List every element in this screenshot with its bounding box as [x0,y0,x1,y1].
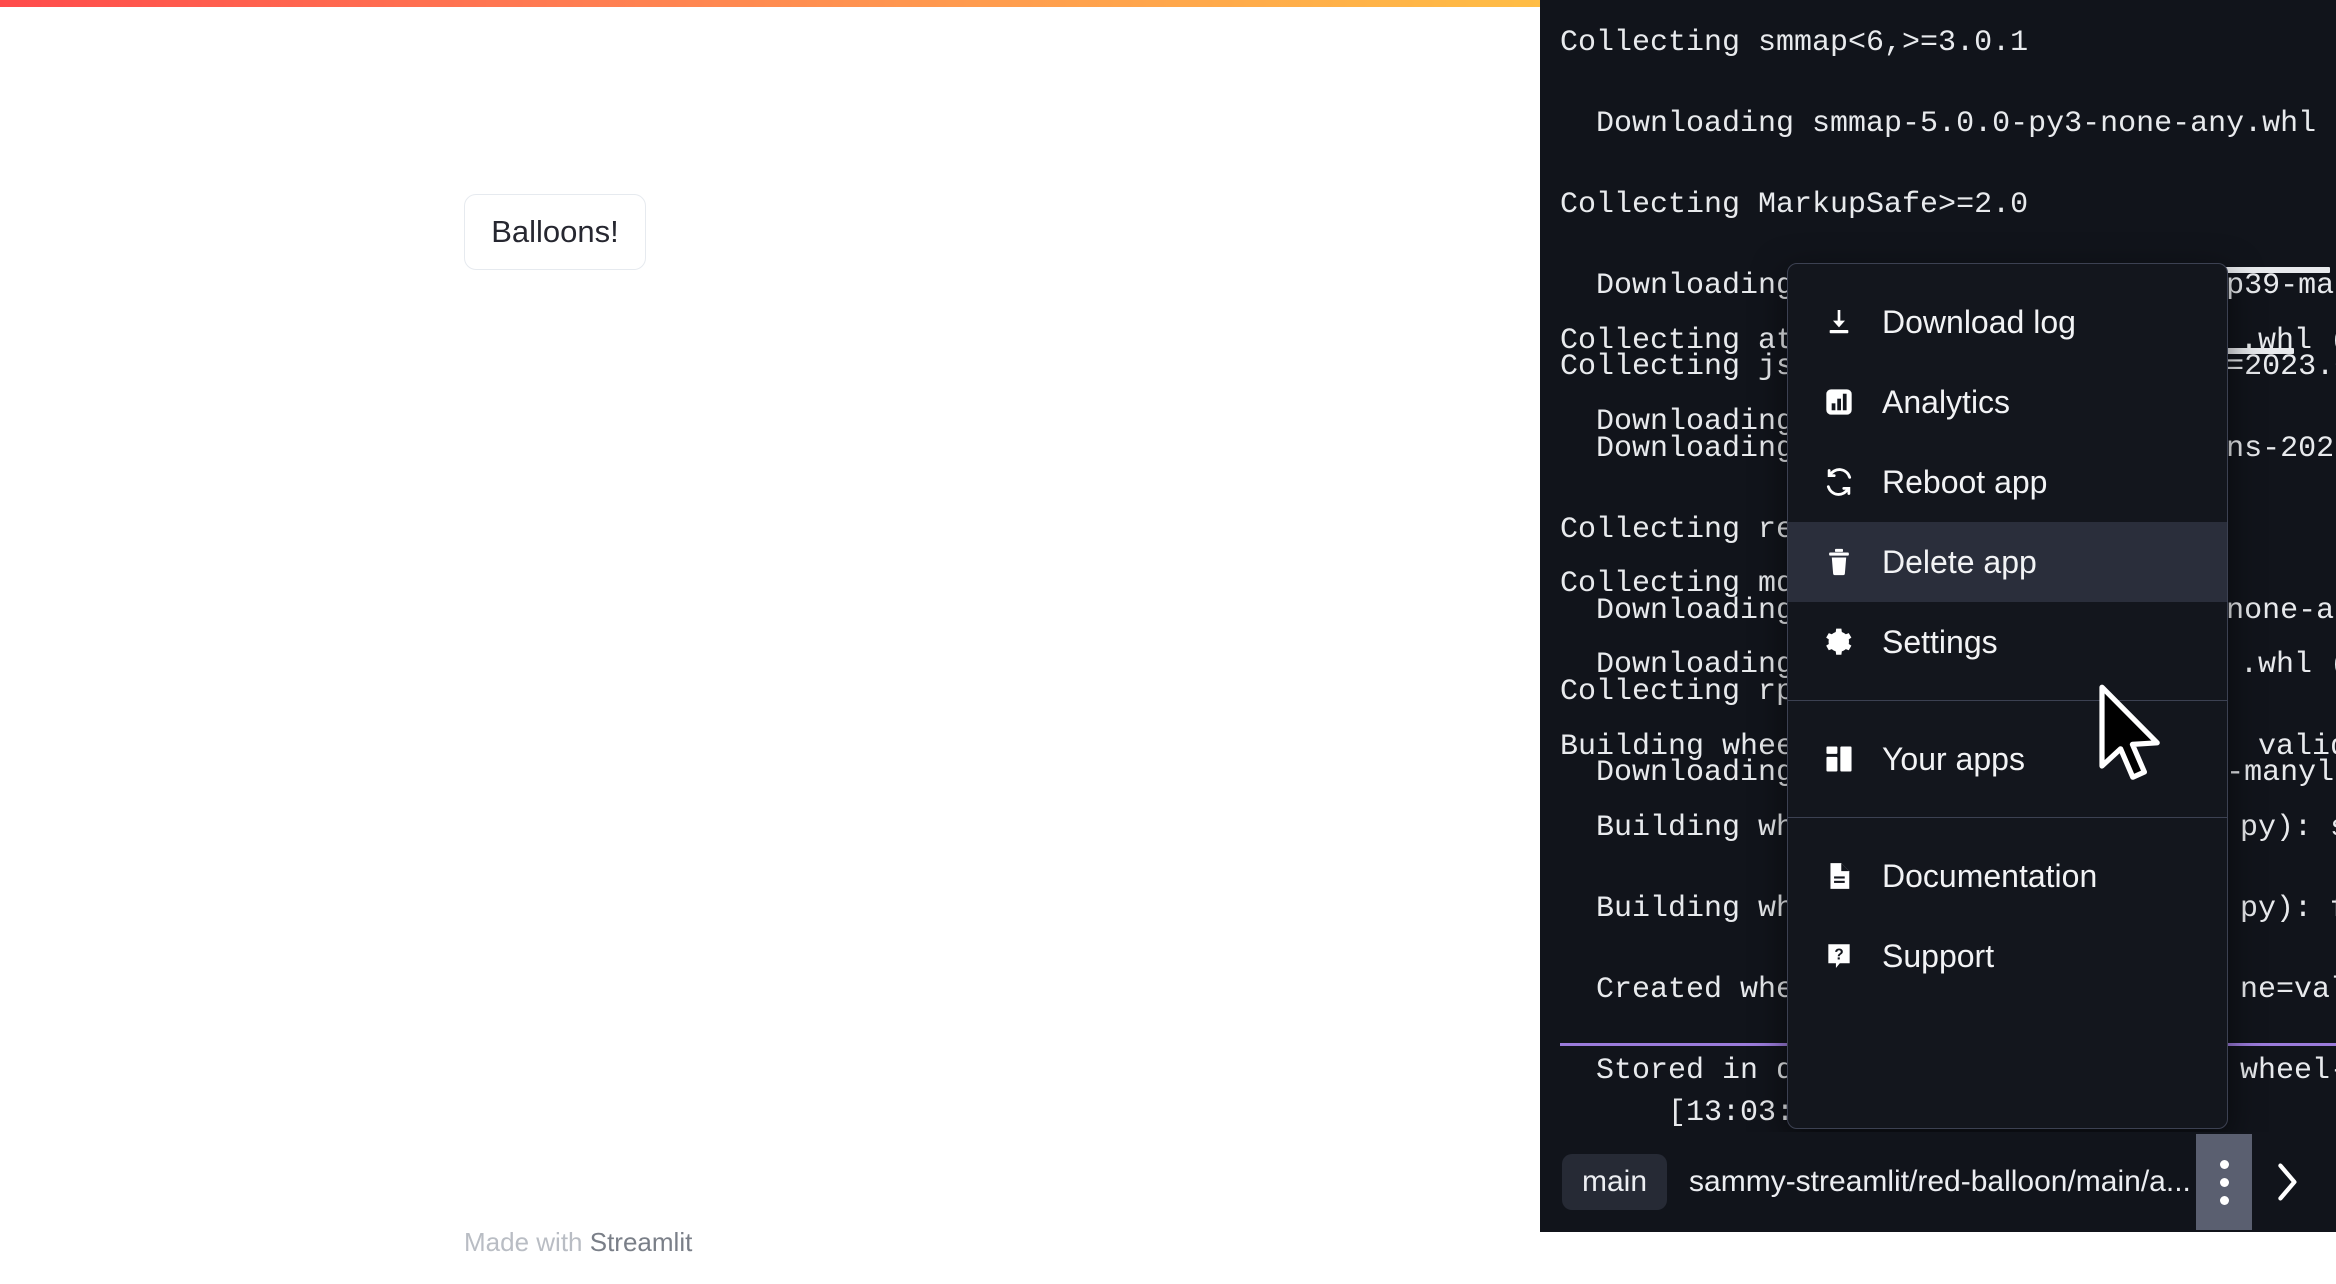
menu-item-label: Delete app [1882,543,2037,580]
balloons-button[interactable]: Balloons! [464,194,646,270]
menu-group-app-actions: Download log Analytics Reboot app Delete… [1788,264,2227,700]
download-icon [1822,305,1856,339]
kebab-dot [2219,1177,2229,1187]
menu-item-documentation[interactable]: Documentation [1788,836,2227,916]
menu-item-label: Reboot app [1882,463,2048,500]
menu-item-label: Settings [1882,623,1998,660]
grid-apps-icon [1822,742,1856,776]
question-help-icon: ? [1822,939,1856,973]
chevron-right-icon[interactable] [2252,1134,2322,1230]
menu-item-label: Your apps [1882,740,2025,777]
log-line: Downloading smmap-5.0.0-py3-none-any.whl… [1560,106,2336,141]
menu-item-analytics[interactable]: Analytics [1788,362,2227,442]
menu-item-your-apps[interactable]: Your apps [1788,719,2227,799]
menu-item-download-log[interactable]: Download log [1788,282,2227,362]
footer-made-with-label: Made with [464,1227,590,1257]
menu-item-label: Documentation [1882,857,2098,894]
top-accent-gradient-bar [0,0,1540,7]
app-context-menu[interactable]: Download log Analytics Reboot app Delete… [1787,263,2228,1129]
streamlit-app-pane: Balloons! Made with Streamlit [0,0,1540,1284]
log-fragment: py): f [2240,891,2336,926]
menu-group-help: Documentation ? Support [1788,817,2227,1014]
document-icon [1822,859,1856,893]
menu-group-your-apps: Your apps [1788,700,2227,817]
log-fragment: .whl (1 [2240,648,2336,683]
log-line: Collecting smmap<6,>=3.0.1 [1560,25,2029,60]
terminal-log-right-fragments: .whl ( .whl (1 valid py): s py): f ne=va… [2240,280,2336,1232]
kebab-dot [2219,1159,2229,1169]
menu-item-label: Support [1882,937,1995,974]
trash-icon [1822,545,1856,579]
footer-streamlit-link[interactable]: Streamlit [590,1227,693,1257]
log-fragment: ne=vali [2240,973,2336,1008]
kebab-menu-icon[interactable] [2196,1134,2252,1230]
repo-status-bar: main sammy-streamlit/red-balloon/main/a.… [1540,1132,2336,1232]
log-fragment-blank [2240,483,2336,524]
repo-path-label: sammy-streamlit/red-balloon/main/a... [1689,1165,2190,1198]
reboot-icon [1822,465,1856,499]
kebab-dot [2219,1195,2229,1205]
menu-item-settings[interactable]: Settings [1788,602,2227,682]
log-fragment: valid [2258,729,2336,764]
log-fragment: wheel-c [2240,1054,2336,1089]
log-fragment-blank [2240,564,2336,605]
analytics-icon [1822,385,1856,419]
log-line: Collecting MarkupSafe>=2.0 [1560,187,2029,222]
menu-item-reboot-app[interactable]: Reboot app [1788,442,2227,522]
log-fragment: py): s [2240,810,2336,845]
gear-icon [1822,625,1856,659]
menu-item-label: Download log [1882,303,2076,340]
menu-item-delete-app[interactable]: Delete app [1788,522,2227,602]
screen: Balloons! Made with Streamlit Collecting… [0,0,2336,1284]
menu-item-label: Analytics [1882,383,2011,420]
streamlit-footer: Made with Streamlit [464,1227,692,1258]
menu-item-support[interactable]: ? Support [1788,916,2227,996]
svg-text:?: ? [1834,946,1843,963]
log-fragment-blank [2240,402,2336,443]
branch-chip[interactable]: main [1562,1154,1668,1210]
log-fragment: .whl ( [2240,323,2336,358]
